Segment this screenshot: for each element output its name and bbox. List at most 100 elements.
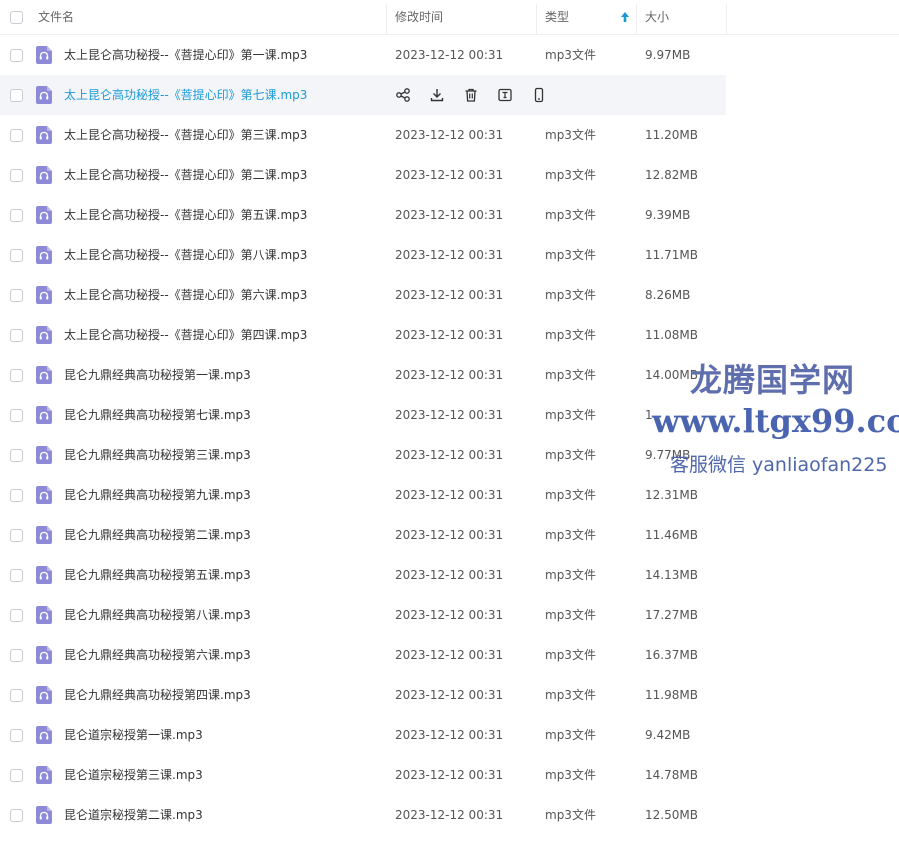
file-name[interactable]: 昆仑道宗秘授第一课.mp3 [64, 715, 203, 755]
table-row[interactable]: 太上昆仑高功秘授--《菩提心印》第八课.mp3 2023-12-12 00:31 m… [0, 235, 899, 275]
row-checkbox[interactable] [10, 169, 23, 182]
row-checkbox[interactable] [10, 409, 23, 422]
row-checkbox[interactable] [10, 489, 23, 502]
file-name[interactable]: 昆仑九鼎经典高功秘授第二课.mp3 [64, 515, 251, 555]
rename-icon[interactable] [497, 87, 513, 103]
audio-file-icon [36, 246, 52, 264]
table-row[interactable]: 昆仑九鼎经典高功秘授第五课.mp3 2023-12-12 00:31 mp3文件 14… [0, 555, 899, 595]
column-divider[interactable] [536, 4, 537, 34]
sort-ascending-icon[interactable] [620, 10, 630, 24]
row-checkbox[interactable] [10, 729, 23, 742]
file-name[interactable]: 昆仑九鼎经典高功秘授第四课.mp3 [64, 675, 251, 715]
file-size: 12.31MB [645, 488, 698, 502]
table-row[interactable]: 昆仑道宗秘授第三课.mp3 2023-12-12 00:31 mp3文件 14.78M… [0, 755, 899, 795]
file-name[interactable]: 昆仑九鼎经典高功秘授第一课.mp3 [64, 355, 251, 395]
file-name[interactable]: 太上昆仑高功秘授--《菩提心印》第七课.mp3 [64, 75, 307, 115]
modified-time: 2023-12-12 00:31 [395, 248, 504, 262]
file-size: 8.26MB [645, 288, 691, 302]
row-checkbox[interactable] [10, 369, 23, 382]
row-checkbox[interactable] [10, 769, 23, 782]
modified-time: 2023-12-12 00:31 [395, 128, 504, 142]
modified-time: 2023-12-12 00:31 [395, 288, 504, 302]
table-row[interactable]: 昆仑九鼎经典高功秘授第六课.mp3 2023-12-12 00:31 mp3文件 16… [0, 635, 899, 675]
table-row[interactable]: 太上昆仑高功秘授--《菩提心印》第二课.mp3 2023-12-12 00:31 m… [0, 155, 899, 195]
file-size: 14.78MB [645, 768, 698, 782]
row-checkbox[interactable] [10, 649, 23, 662]
select-all-checkbox[interactable] [10, 11, 23, 24]
file-name[interactable]: 太上昆仑高功秘授--《菩提心印》第四课.mp3 [64, 315, 307, 355]
table-row[interactable]: 太上昆仑高功秘授--《菩提心印》第三课.mp3 2023-12-12 00:31 m… [0, 115, 899, 155]
table-row[interactable]: 太上昆仑高功秘授--《菩提心印》第六课.mp3 2023-12-12 00:31 m… [0, 275, 899, 315]
table-row[interactable]: 太上昆仑高功秘授--《菩提心印》第五课.mp3 2023-12-12 00:31 m… [0, 195, 899, 235]
modified-time: 2023-12-12 00:31 [395, 688, 504, 702]
file-name[interactable]: 昆仑九鼎经典高功秘授第三课.mp3 [64, 435, 251, 475]
file-type: mp3文件 [545, 528, 596, 542]
file-type: mp3文件 [545, 768, 596, 782]
audio-file-icon [36, 806, 52, 824]
file-name[interactable]: 昆仑道宗秘授第三课.mp3 [64, 755, 203, 795]
file-name[interactable]: 昆仑九鼎经典高功秘授第七课.mp3 [64, 395, 251, 435]
column-header-name[interactable]: 文件名 [38, 0, 74, 34]
file-name[interactable]: 太上昆仑高功秘授--《菩提心印》第一课.mp3 [64, 35, 307, 75]
row-checkbox[interactable] [10, 529, 23, 542]
table-row[interactable]: 太上昆仑高功秘授--《菩提心印》第四课.mp3 2023-12-12 00:31 m… [0, 315, 899, 355]
audio-file-icon [36, 86, 52, 104]
table-row[interactable]: 昆仑道宗秘授第二课.mp3 2023-12-12 00:31 mp3文件 12.50M… [0, 795, 899, 835]
file-size: 11.46MB [645, 528, 698, 542]
file-size: 11.20MB [645, 128, 698, 142]
row-checkbox[interactable] [10, 209, 23, 222]
column-divider[interactable] [386, 4, 387, 34]
file-type: mp3文件 [545, 128, 596, 142]
column-header-type[interactable]: 类型 [545, 0, 569, 34]
file-name[interactable]: 昆仑九鼎经典高功秘授第六课.mp3 [64, 635, 251, 675]
file-size: 9.39MB [645, 208, 691, 222]
row-checkbox[interactable] [10, 89, 23, 102]
table-row[interactable]: 太上昆仑高功秘授--《菩提心印》第一课.mp3 2023-12-12 00:31 m… [0, 35, 899, 75]
file-name[interactable]: 太上昆仑高功秘授--《菩提心印》第五课.mp3 [64, 195, 307, 235]
table-row[interactable]: 太上昆仑高功秘授--《菩提心印》第七课.mp3 [0, 75, 726, 115]
file-type: mp3文件 [545, 488, 596, 502]
file-name[interactable]: 昆仑九鼎经典高功秘授第九课.mp3 [64, 475, 251, 515]
audio-file-icon [36, 446, 52, 464]
audio-file-icon [36, 646, 52, 664]
table-row[interactable]: 昆仑九鼎经典高功秘授第四课.mp3 2023-12-12 00:31 mp3文件 11… [0, 675, 899, 715]
delete-icon[interactable] [463, 87, 479, 103]
download-icon[interactable] [429, 87, 445, 103]
file-size: 9.97MB [645, 48, 691, 62]
modified-time: 2023-12-12 00:31 [395, 808, 504, 822]
file-name[interactable]: 昆仑九鼎经典高功秘授第八课.mp3 [64, 595, 251, 635]
audio-file-icon [36, 366, 52, 384]
file-name[interactable]: 太上昆仑高功秘授--《菩提心印》第二课.mp3 [64, 155, 307, 195]
file-name[interactable]: 太上昆仑高功秘授--《菩提心印》第三课.mp3 [64, 115, 307, 155]
row-checkbox[interactable] [10, 809, 23, 822]
table-row[interactable]: 昆仑九鼎经典高功秘授第二课.mp3 2023-12-12 00:31 mp3文件 11… [0, 515, 899, 555]
watermark-url: www.ltgx99.com [652, 402, 899, 440]
file-name[interactable]: 太上昆仑高功秘授--《菩提心印》第八课.mp3 [64, 235, 307, 275]
row-checkbox[interactable] [10, 49, 23, 62]
column-divider[interactable] [636, 4, 637, 34]
modified-time: 2023-12-12 00:31 [395, 648, 504, 662]
file-type: mp3文件 [545, 208, 596, 222]
row-checkbox[interactable] [10, 569, 23, 582]
row-checkbox[interactable] [10, 449, 23, 462]
modified-time: 2023-12-12 00:31 [395, 488, 504, 502]
table-row[interactable]: 昆仑九鼎经典高功秘授第八课.mp3 2023-12-12 00:31 mp3文件 17… [0, 595, 899, 635]
file-name[interactable]: 昆仑道宗秘授第二课.mp3 [64, 795, 203, 835]
row-checkbox[interactable] [10, 609, 23, 622]
column-header-size[interactable]: 大小 [645, 0, 669, 34]
file-name[interactable]: 太上昆仑高功秘授--《菩提心印》第六课.mp3 [64, 275, 307, 315]
table-row[interactable]: 昆仑道宗秘授第一课.mp3 2023-12-12 00:31 mp3文件 9.42MB [0, 715, 899, 755]
row-checkbox[interactable] [10, 689, 23, 702]
row-checkbox[interactable] [10, 129, 23, 142]
file-type: mp3文件 [545, 448, 596, 462]
phone-icon[interactable] [531, 87, 547, 103]
column-divider[interactable] [726, 4, 727, 34]
row-checkbox[interactable] [10, 289, 23, 302]
column-header-time[interactable]: 修改时间 [395, 0, 443, 34]
row-checkbox[interactable] [10, 329, 23, 342]
modified-time: 2023-12-12 00:31 [395, 48, 504, 62]
table-row[interactable]: 昆仑九鼎经典高功秘授第九课.mp3 2023-12-12 00:31 mp3文件 12… [0, 475, 899, 515]
file-name[interactable]: 昆仑九鼎经典高功秘授第五课.mp3 [64, 555, 251, 595]
share-icon[interactable] [395, 87, 411, 103]
row-checkbox[interactable] [10, 249, 23, 262]
